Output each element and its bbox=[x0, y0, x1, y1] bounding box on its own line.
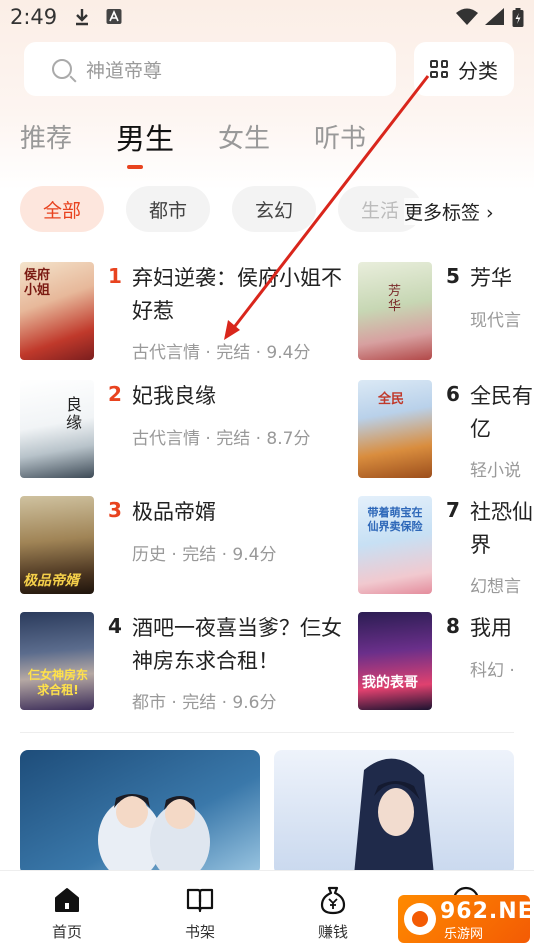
nav-home[interactable]: 首页 bbox=[27, 885, 107, 942]
nav-bookshelf[interactable]: 书架 bbox=[160, 885, 240, 942]
book-cover: 侯府小姐 bbox=[20, 262, 94, 360]
book-cover: 良缘 bbox=[20, 380, 94, 478]
rank-number: 7 bbox=[446, 498, 460, 522]
book-item-2[interactable]: 良缘 2 妃我良缘 古代言情 · 完结 · 8.7分 bbox=[20, 380, 310, 490]
watermark-line2: 乐游网 bbox=[444, 927, 484, 942]
rank-number: 6 bbox=[446, 382, 460, 406]
download-icon bbox=[74, 8, 90, 31]
nav-home-label: 首页 bbox=[51, 923, 82, 941]
tab-recommend[interactable]: 推荐 bbox=[20, 118, 72, 160]
book-title: 酒吧一夜喜当爹？仨女神房东求合租！ bbox=[132, 616, 342, 673]
rank-number: 3 bbox=[108, 498, 122, 522]
book-title: 社恐仙界 bbox=[470, 500, 533, 557]
book-item-6[interactable]: 全民 6 全民有亿 轻小说 bbox=[358, 380, 534, 490]
book-item-5[interactable]: 芳华 5 芳华 现代言 bbox=[358, 262, 534, 372]
banner-card-left[interactable] bbox=[20, 750, 260, 875]
search-placeholder: 神道帝尊 bbox=[86, 59, 163, 82]
cover-title: 芳华 bbox=[388, 284, 402, 314]
category-button[interactable]: 分类 bbox=[414, 42, 514, 96]
chip-urban[interactable]: 都市 bbox=[126, 186, 210, 232]
more-tags-link[interactable]: 更多标签 › bbox=[404, 198, 494, 225]
signal-icon bbox=[484, 8, 504, 31]
wifi-icon bbox=[456, 8, 478, 31]
rank-number: 2 bbox=[108, 382, 122, 406]
nav-bookshelf-label: 书架 bbox=[184, 923, 215, 941]
book-cover: 全民 bbox=[358, 380, 432, 478]
tab-female[interactable]: 女生 bbox=[218, 118, 270, 160]
cover-title: 仨女神房东求合租! bbox=[27, 668, 88, 697]
category-button-label: 分类 bbox=[458, 58, 498, 83]
channel-tabs: 推荐 男生 女生 听书 bbox=[20, 118, 366, 160]
book-cover: 极品帝婿 bbox=[20, 496, 94, 594]
tab-audiobook[interactable]: 听书 bbox=[314, 118, 366, 160]
book-title: 全民有亿 bbox=[470, 384, 533, 441]
active-tab-indicator bbox=[127, 165, 143, 169]
nav-earn[interactable]: 赚钱 bbox=[293, 885, 373, 942]
site-watermark: 962.NET 乐游网 bbox=[398, 895, 534, 943]
book-meta: 古代言情 · 完结 · 9.4分 bbox=[132, 343, 311, 363]
book-cover: 我的表哥 bbox=[358, 612, 432, 710]
cover-title: 全民 bbox=[378, 392, 405, 407]
cover-title: 带着萌宝在仙界卖保险 bbox=[367, 506, 423, 533]
book-cover: 带着萌宝在仙界卖保险 bbox=[358, 496, 432, 594]
book-item-7[interactable]: 带着萌宝在仙界卖保险 7 社恐仙界 幻想言 bbox=[358, 496, 534, 606]
watermark-logo bbox=[404, 903, 436, 935]
rank-number: 4 bbox=[108, 614, 122, 638]
bookshelf-icon bbox=[185, 885, 215, 915]
rank-number: 5 bbox=[446, 264, 460, 288]
status-bar: 2:49 bbox=[0, 0, 534, 36]
book-title: 极品帝婿 bbox=[132, 500, 216, 524]
rank-number: 1 bbox=[108, 264, 122, 288]
battery-charging-icon bbox=[512, 8, 524, 33]
book-meta: 科幻 · bbox=[470, 661, 515, 681]
book-title: 弃妇逆袭：侯府小姐不好惹 bbox=[132, 266, 342, 323]
search-bar[interactable]: 神道帝尊 bbox=[24, 42, 396, 96]
book-meta: 轻小说 bbox=[470, 461, 521, 481]
chip-fantasy[interactable]: 玄幻 bbox=[232, 186, 316, 232]
book-cover: 仨女神房东求合租! bbox=[20, 612, 94, 710]
book-meta: 现代言 bbox=[470, 311, 521, 331]
book-meta: 都市 · 完结 · 9.6分 bbox=[132, 693, 277, 713]
cover-title: 侯府小姐 bbox=[24, 268, 51, 298]
book-cover: 芳华 bbox=[358, 262, 432, 360]
search-icon bbox=[52, 59, 72, 79]
book-item-3[interactable]: 极品帝婿 3 极品帝婿 历史 · 完结 · 9.4分 bbox=[20, 496, 276, 606]
section-divider bbox=[20, 732, 514, 733]
cover-title: 极品帝婿 bbox=[23, 573, 79, 589]
book-item-1[interactable]: 侯府小姐 1 弃妇逆袭：侯府小姐不好惹 古代言情 · 完结 · 9.4分 bbox=[20, 262, 342, 372]
status-time: 2:49 bbox=[10, 5, 58, 29]
money-bag-icon bbox=[318, 885, 348, 915]
home-icon bbox=[52, 885, 82, 915]
chip-all[interactable]: 全部 bbox=[20, 186, 104, 232]
grid-icon bbox=[430, 60, 448, 78]
book-meta: 幻想言 bbox=[470, 577, 521, 597]
cover-title: 我的表哥 bbox=[362, 675, 418, 691]
a-icon bbox=[106, 8, 122, 31]
tab-male[interactable]: 男生 bbox=[116, 116, 174, 158]
rank-number: 8 bbox=[446, 614, 460, 638]
cover-title: 良缘 bbox=[66, 395, 83, 432]
book-meta: 历史 · 完结 · 9.4分 bbox=[132, 545, 277, 565]
book-title: 妃我良缘 bbox=[132, 384, 216, 408]
book-title: 我用 bbox=[470, 616, 512, 640]
book-title: 芳华 bbox=[470, 266, 512, 290]
book-meta: 古代言情 · 完结 · 8.7分 bbox=[132, 429, 311, 449]
book-item-4[interactable]: 仨女神房东求合租! 4 酒吧一夜喜当爹？仨女神房东求合租！ 都市 · 完结 · … bbox=[20, 612, 342, 722]
watermark-line1: 962.NET bbox=[440, 899, 534, 924]
banner-card-right[interactable] bbox=[274, 750, 514, 875]
nav-earn-label: 赚钱 bbox=[317, 923, 348, 941]
book-item-8[interactable]: 我的表哥 8 我用 科幻 · bbox=[358, 612, 534, 722]
